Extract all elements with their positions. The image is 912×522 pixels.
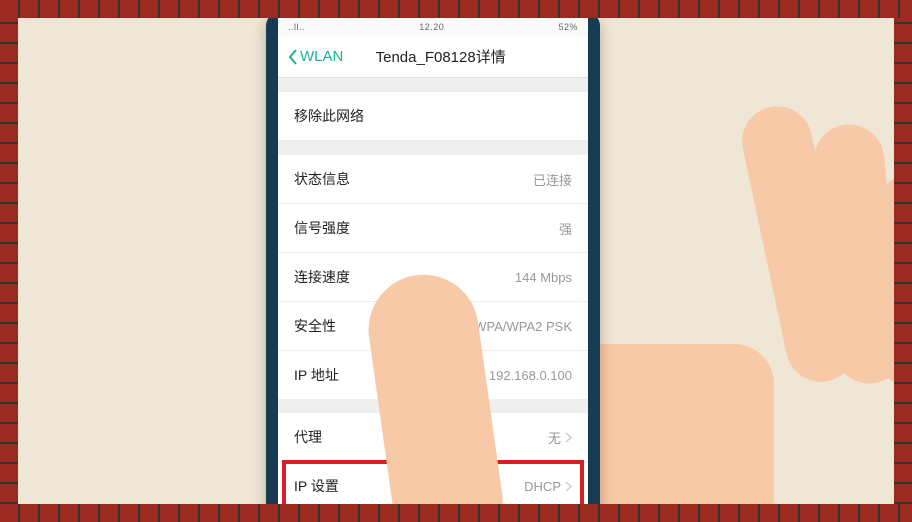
settings-section: 代理 无 IP 设置 DHCP <box>278 413 588 504</box>
chevron-left-icon <box>288 49 298 65</box>
nav-bar: WLAN Tenda_F08128详情 <box>278 36 588 78</box>
phone-screen: ..ll.. 12.20 52% WLAN Tenda_F08128详情 移除此… <box>278 18 588 504</box>
page-title: Tenda_F08128详情 <box>303 46 578 67</box>
row-ip-settings[interactable]: IP 设置 DHCP <box>278 462 588 504</box>
remove-network-row[interactable]: 移除此网络 <box>278 92 588 141</box>
status-left: ..ll.. <box>288 22 305 32</box>
row-speed: 连接速度 144 Mbps <box>278 253 588 302</box>
remove-network-label: 移除此网络 <box>294 106 364 126</box>
row-status: 状态信息 已连接 <box>278 155 588 204</box>
chevron-right-icon <box>565 481 572 492</box>
status-battery: 52% <box>558 22 578 32</box>
row-security: 安全性 WPA/WPA2 PSK <box>278 302 588 351</box>
row-signal: 信号强度 强 <box>278 204 588 253</box>
status-bar: ..ll.. 12.20 52% <box>278 18 588 36</box>
row-proxy[interactable]: 代理 无 <box>278 413 588 462</box>
status-time: 12.20 <box>419 22 444 32</box>
info-section: 状态信息 已连接 信号强度 强 连接速度 144 Mbps 安全性 WPA/WP… <box>278 155 588 399</box>
row-ip-address: IP 地址 192.168.0.100 <box>278 351 588 399</box>
phone-frame: ..ll.. 12.20 52% WLAN Tenda_F08128详情 移除此… <box>266 18 600 504</box>
chevron-right-icon <box>565 432 572 443</box>
